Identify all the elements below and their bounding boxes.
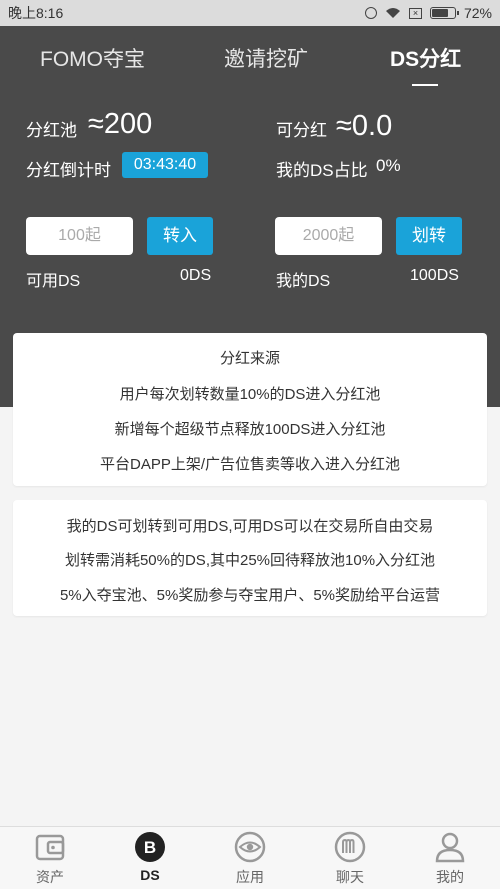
wallet-icon — [35, 834, 65, 861]
ds-b-icon: B — [135, 832, 165, 862]
no-sim-icon: × — [408, 7, 422, 19]
distributable-value: ≈0.0 — [336, 110, 393, 142]
battery-fill — [431, 9, 448, 17]
countdown-badge: 03:43:40 — [122, 152, 208, 178]
distributable-label: 可分红 — [276, 121, 327, 140]
tab-fomo[interactable]: FOMO夺宝 — [40, 43, 145, 73]
nav-apps[interactable]: 应用 — [200, 827, 300, 889]
battery-icon — [429, 7, 459, 19]
eye-icon — [234, 831, 266, 863]
my-share-label: 我的DS占比 — [276, 161, 368, 180]
svg-text:B: B — [144, 838, 156, 857]
nav-assets[interactable]: 资产 — [0, 827, 100, 889]
status-bar: 晚上8:16 × 72% — [0, 0, 500, 26]
card-title: 分红来源 — [219, 350, 280, 367]
user-icon — [435, 832, 465, 863]
tab-invite-mining[interactable]: 邀请挖矿 — [224, 43, 308, 73]
source-line: 平台DAPP上架/广告位售卖等收入进入分红池 — [99, 456, 401, 473]
nav-chat[interactable]: 聊天 — [300, 827, 400, 889]
my-share-value: 0% — [376, 156, 401, 175]
rule-line: 5%入夺宝池、5%奖励参与夺宝用户、5%奖励给平台运营 — [59, 587, 441, 604]
transfer-in-button[interactable]: 转入 — [147, 217, 213, 255]
nav-label: DS — [140, 867, 160, 883]
battery-percent: 72% — [463, 5, 492, 21]
my-ds-label: 我的DS — [276, 273, 331, 290]
tab-ds-dividend[interactable]: DS分红 — [390, 43, 461, 73]
transfer-rules-card: 我的DS可划转到可用DS,可用DS可以在交易所自由交易 划转需消耗50%的DS,… — [13, 500, 487, 616]
bottom-nav: 资产 B DS 应用 聊天 我的 — [0, 826, 500, 889]
countdown-label: 分红倒计时 — [26, 161, 111, 180]
transfer-out-input[interactable] — [275, 217, 382, 255]
nav-label: 我的 — [436, 869, 464, 885]
available-ds-value: 0DS — [180, 267, 212, 284]
chat-m-icon — [334, 831, 366, 863]
nav-ds[interactable]: B DS — [100, 827, 200, 889]
nav-label: 应用 — [236, 869, 264, 885]
alarm-icon — [364, 7, 377, 19]
wifi-icon — [385, 8, 400, 18]
pool-value: ≈200 — [88, 108, 153, 140]
status-icons: × 72% — [364, 5, 492, 21]
status-time: 晚上8:16 — [8, 5, 64, 21]
pool-label: 分红池 — [26, 121, 77, 140]
source-line: 新增每个超级节点释放100DS进入分红池 — [114, 421, 386, 438]
source-line: 用户每次划转数量10%的DS进入分红池 — [119, 386, 381, 403]
rule-line: 我的DS可划转到可用DS,可用DS可以在交易所自由交易 — [66, 518, 434, 535]
active-tab-indicator — [412, 84, 438, 86]
my-ds-value: 100DS — [410, 267, 459, 284]
top-tabs: FOMO夺宝 邀请挖矿 DS分红 — [0, 26, 500, 90]
dividend-source-card: 分红来源 用户每次划转数量10%的DS进入分红池 新增每个超级节点释放100DS… — [13, 333, 487, 486]
rule-line: 划转需消耗50%的DS,其中25%回待释放池10%入分红池 — [64, 552, 436, 569]
nav-profile[interactable]: 我的 — [400, 827, 500, 889]
nav-label: 聊天 — [336, 869, 364, 885]
transfer-out-button[interactable]: 划转 — [396, 217, 462, 255]
available-ds-label: 可用DS — [26, 273, 81, 290]
nav-label: 资产 — [36, 869, 64, 885]
transfer-in-input[interactable] — [26, 217, 133, 255]
